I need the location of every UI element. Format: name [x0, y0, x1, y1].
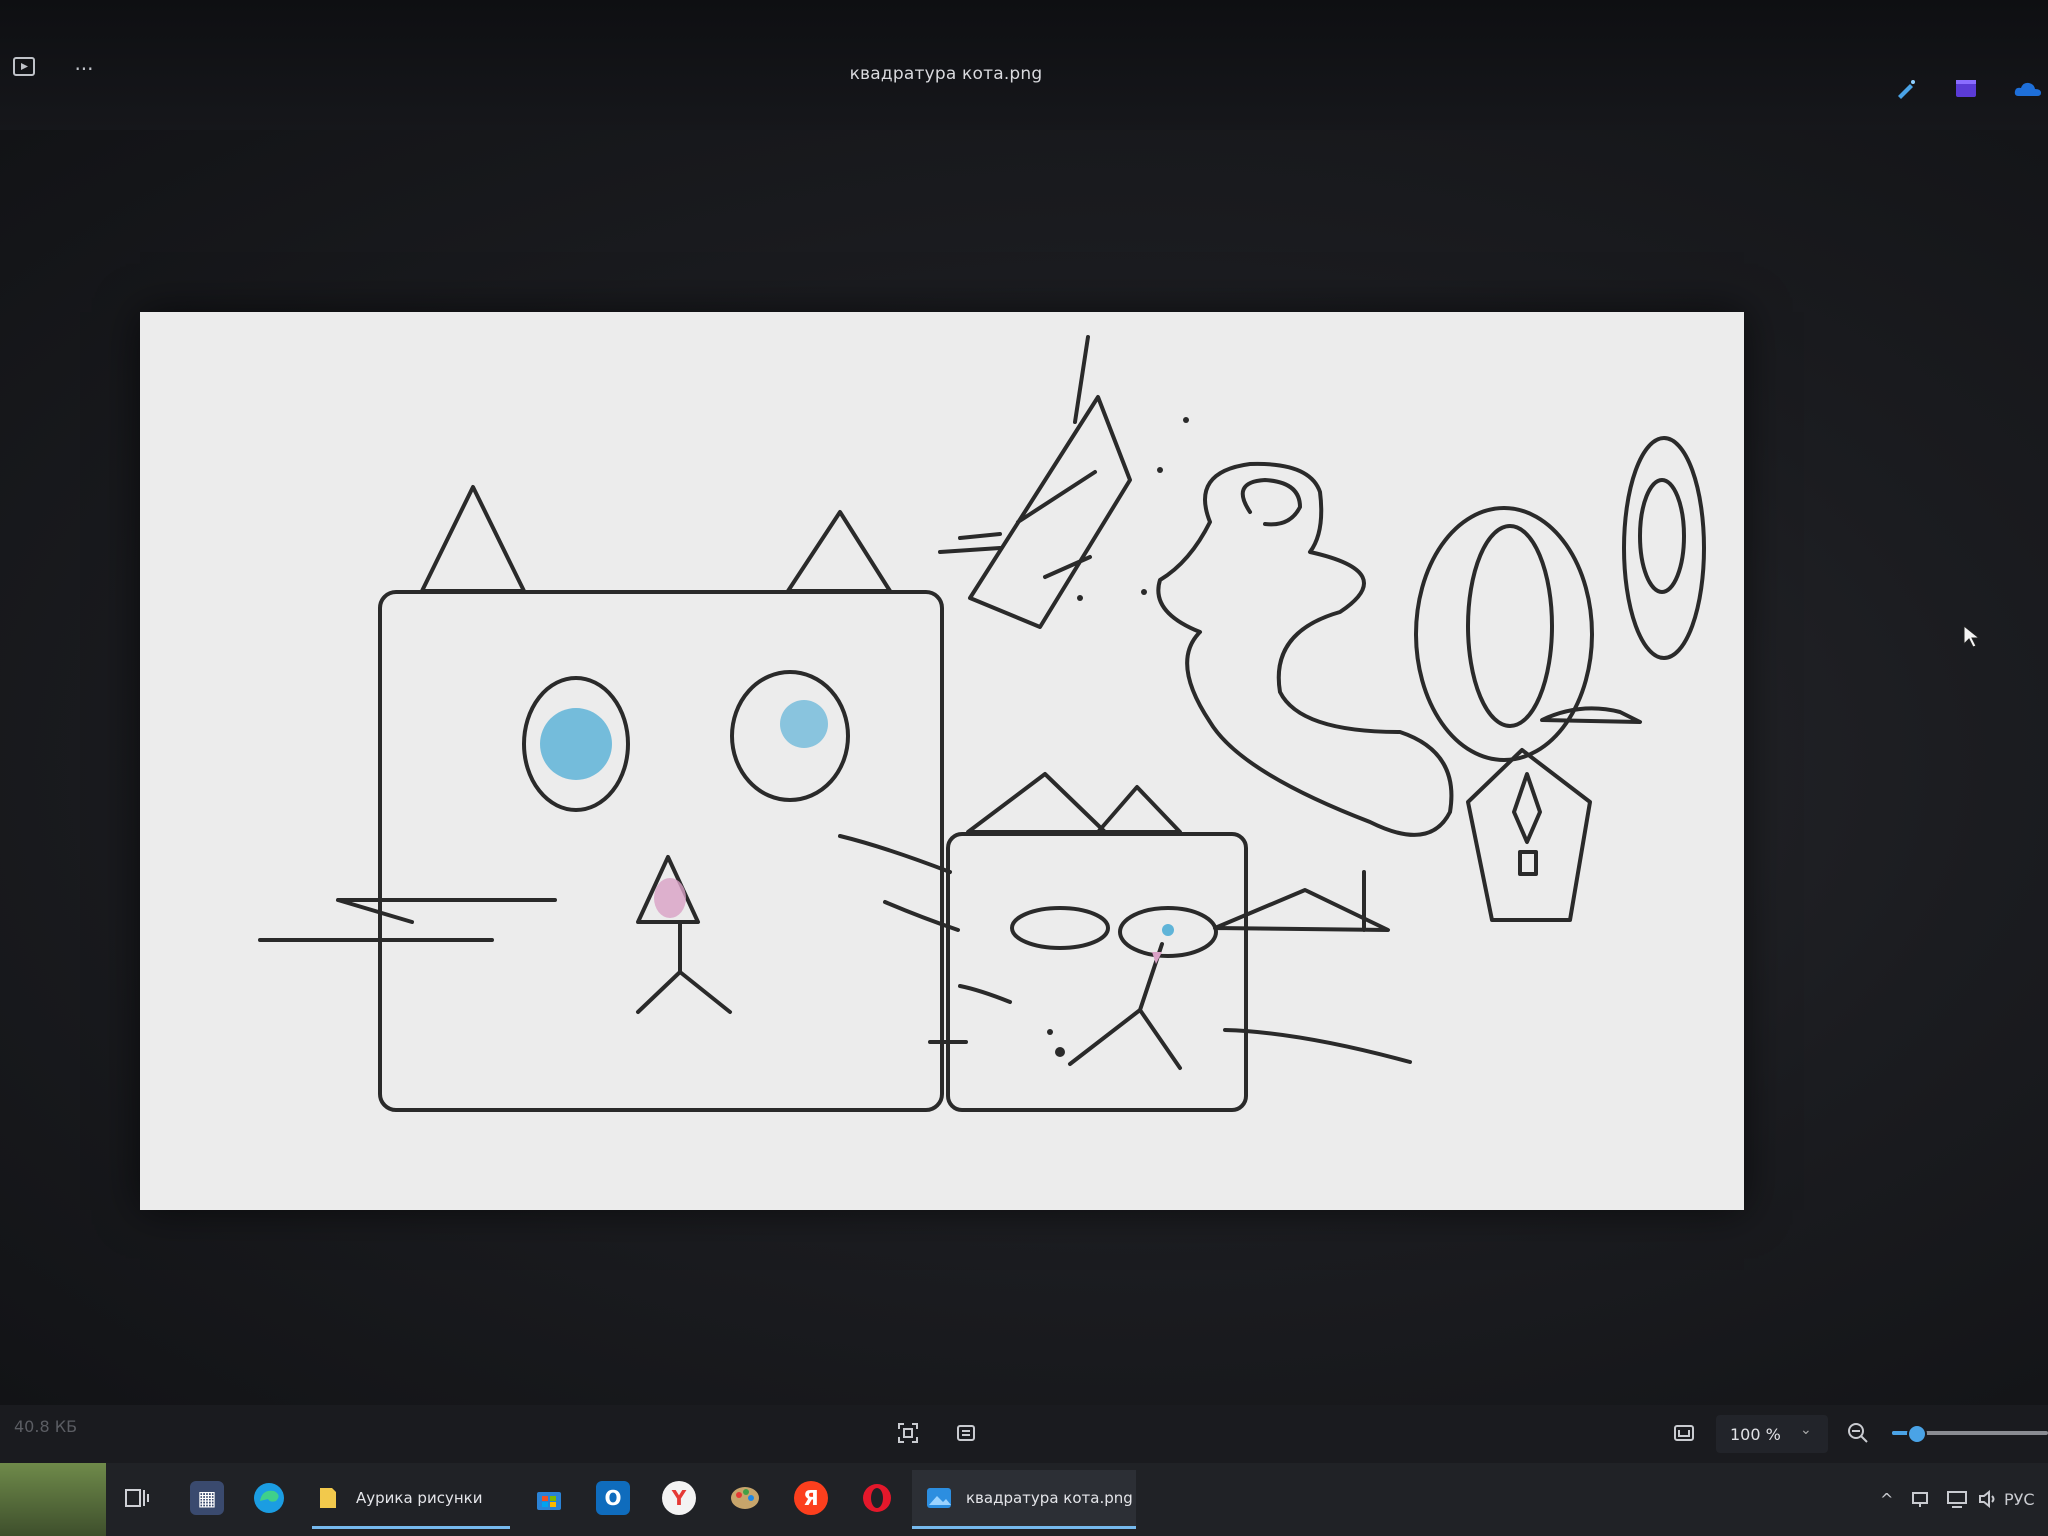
start-thumbnail[interactable]	[0, 1463, 106, 1536]
yandex-browser-icon[interactable]: Y	[662, 1470, 696, 1526]
dots	[1047, 417, 1189, 1057]
squiggle-shape	[1156, 461, 1454, 837]
chevron-up-icon[interactable]: ^	[1880, 1490, 1893, 1509]
zoom-slider-thumb[interactable]	[1907, 1424, 1927, 1444]
edit-icon[interactable]	[1894, 78, 1920, 100]
store-icon[interactable]	[532, 1470, 566, 1526]
zoom-value: 100 %	[1730, 1425, 1781, 1444]
paint-icon[interactable]	[728, 1470, 762, 1526]
photos-icon	[922, 1481, 956, 1515]
small-cat-ear-right	[1096, 785, 1182, 834]
oval-right-inner	[1638, 478, 1686, 594]
cat-drawing	[258, 335, 1706, 1112]
taskbar-photos-label: квадратура кота.png	[966, 1489, 1133, 1507]
displayed-image[interactable]	[140, 312, 1744, 1210]
tower-drawing	[968, 395, 1132, 629]
fit-to-window-icon[interactable]	[896, 1421, 922, 1447]
big-cat-whiskers-left	[258, 898, 557, 942]
taskbar-folder[interactable]: Аурика рисунки	[312, 1470, 510, 1529]
edge-icon[interactable]	[252, 1470, 286, 1526]
opera-icon[interactable]	[860, 1470, 894, 1526]
oval-inner	[1466, 524, 1554, 728]
pentagon-flame	[1512, 772, 1542, 876]
language-indicator[interactable]: РУС	[2004, 1490, 2035, 1509]
network-icon[interactable]	[1910, 1490, 1930, 1512]
taskbar-photos[interactable]: квадратура кота.png	[912, 1470, 1136, 1529]
big-cat-ear-left	[420, 485, 526, 593]
big-cat-ear-right	[786, 510, 892, 593]
display-icon[interactable]	[1946, 1490, 1968, 1512]
small-cat-tail	[1213, 870, 1390, 932]
video-editor-icon[interactable]	[1954, 78, 1980, 100]
volume-icon[interactable]	[1978, 1489, 1998, 1512]
chevron-down-icon[interactable]: ⌄	[1800, 1422, 1812, 1438]
small-cat-head	[946, 832, 1248, 1112]
big-cat-head	[378, 590, 944, 1112]
outlook-icon[interactable]: O	[596, 1470, 630, 1526]
actual-size-icon[interactable]	[1672, 1421, 1698, 1447]
big-cat-mouth	[636, 922, 732, 1014]
zoom-out-icon[interactable]	[1846, 1421, 1872, 1447]
window-title: квадратура кота.png	[849, 64, 1043, 84]
onedrive-icon[interactable]	[2014, 78, 2041, 100]
folder-icon	[312, 1481, 346, 1515]
oval-right-outer	[1622, 436, 1706, 660]
mouse-cursor	[1962, 624, 1982, 654]
taskbar-folder-label: Аурика рисунки	[356, 1489, 483, 1507]
squiggle-inner	[1240, 478, 1302, 527]
calculator-icon[interactable]: ▦	[190, 1470, 224, 1526]
small-cat-mouth	[1068, 942, 1182, 1070]
task-view-icon[interactable]	[122, 1470, 150, 1526]
yandex-icon[interactable]: Я	[794, 1470, 828, 1526]
small-cat-ear-left	[966, 772, 1107, 834]
small-cat-eye-left	[1010, 906, 1110, 950]
crop-icon[interactable]	[954, 1421, 980, 1447]
file-size: 40.8 КБ	[14, 1417, 78, 1436]
leaf-shape	[1540, 706, 1642, 724]
